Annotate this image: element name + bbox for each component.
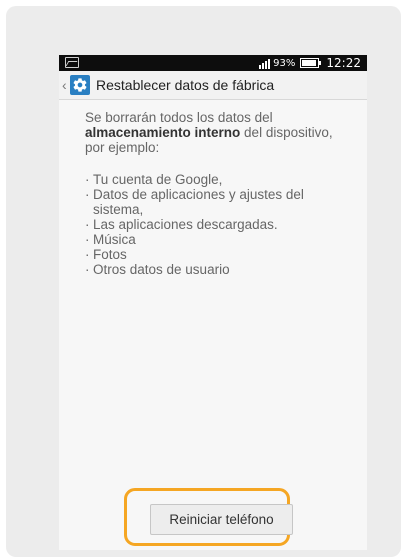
battery-icon xyxy=(300,58,322,68)
page-title: Restablecer datos de fábrica xyxy=(96,77,275,93)
list-item: Fotos xyxy=(85,247,355,262)
list-item: Las aplicaciones descargadas. xyxy=(85,217,355,232)
intro-text-bold: almacenamiento interno xyxy=(85,125,241,140)
battery-level-fill xyxy=(302,60,317,66)
chevron-left-icon[interactable]: ‹ xyxy=(62,78,69,92)
data-list: Tu cuenta de Google,Datos de aplicacione… xyxy=(85,172,355,277)
gear-icon[interactable] xyxy=(70,75,90,95)
intro-text: Se borrarán todos los datos del almacena… xyxy=(85,110,355,155)
status-indicators: 93% 12:22 xyxy=(259,55,361,71)
reset-phone-button[interactable]: Reiniciar teléfono xyxy=(150,504,293,535)
phone-screen: 93% 12:22 ‹ Restablecer datos de fábrica… xyxy=(59,55,367,550)
list-item: Datos de aplicaciones y ajustes del sist… xyxy=(85,187,355,217)
reset-description: Se borrarán todos los datos del almacena… xyxy=(85,110,355,277)
list-item: Música xyxy=(85,232,355,247)
list-item: Tu cuenta de Google, xyxy=(85,172,355,187)
battery-percent: 93% xyxy=(273,57,296,69)
image-icon xyxy=(65,57,79,68)
clock: 12:22 xyxy=(326,56,361,70)
intro-text-start: Se borrarán todos los datos del xyxy=(85,110,273,125)
signal-icon xyxy=(259,58,271,69)
app-bar: ‹ Restablecer datos de fábrica xyxy=(59,71,367,100)
list-item: Otros datos de usuario xyxy=(85,262,355,277)
status-bar: 93% 12:22 xyxy=(59,55,367,71)
